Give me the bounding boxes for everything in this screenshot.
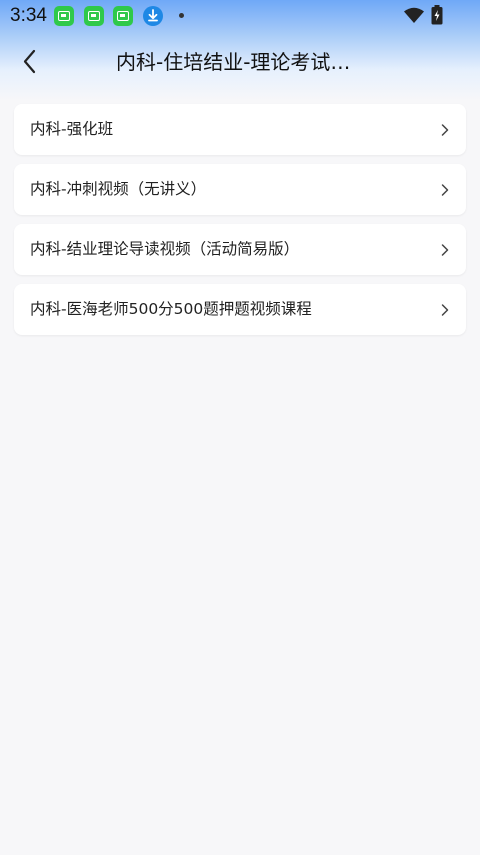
chevron-right-icon [441,304,449,316]
chevron-right-icon [441,244,449,256]
app-notification-icon [113,6,133,26]
list-item[interactable]: 内科-冲刺视频（无讲义） [14,164,466,215]
back-button[interactable] [14,46,46,78]
list-item[interactable]: 内科-医海老师500分500题押题视频课程 [14,284,466,335]
list-item-label: 内科-结业理论导读视频（活动简易版） [30,240,300,258]
app-notification-icon [84,6,104,26]
wifi-icon [404,7,424,23]
list-item-label: 内科-医海老师500分500题押题视频课程 [30,300,312,318]
course-list: 内科-强化班 内科-冲刺视频（无讲义） 内科-结业理论导读视频（活动简易版） 内… [14,104,466,344]
chevron-left-icon [23,49,36,74]
status-bar: 3:34 [0,0,480,32]
list-item-label: 内科-强化班 [30,120,114,138]
download-icon [143,6,163,26]
app-header: 内科-住培结业-理论考试… [0,38,480,86]
page-title: 内科-住培结业-理论考试… [116,50,351,74]
chevron-right-icon [441,124,449,136]
battery-charging-icon [431,5,443,25]
status-time: 3:34 [10,5,47,26]
more-notifications-dot-icon [179,13,184,18]
list-item-label: 内科-冲刺视频（无讲义） [30,180,207,198]
chevron-right-icon [441,184,449,196]
list-item[interactable]: 内科-结业理论导读视频（活动简易版） [14,224,466,275]
list-item[interactable]: 内科-强化班 [14,104,466,155]
app-notification-icon [54,6,74,26]
